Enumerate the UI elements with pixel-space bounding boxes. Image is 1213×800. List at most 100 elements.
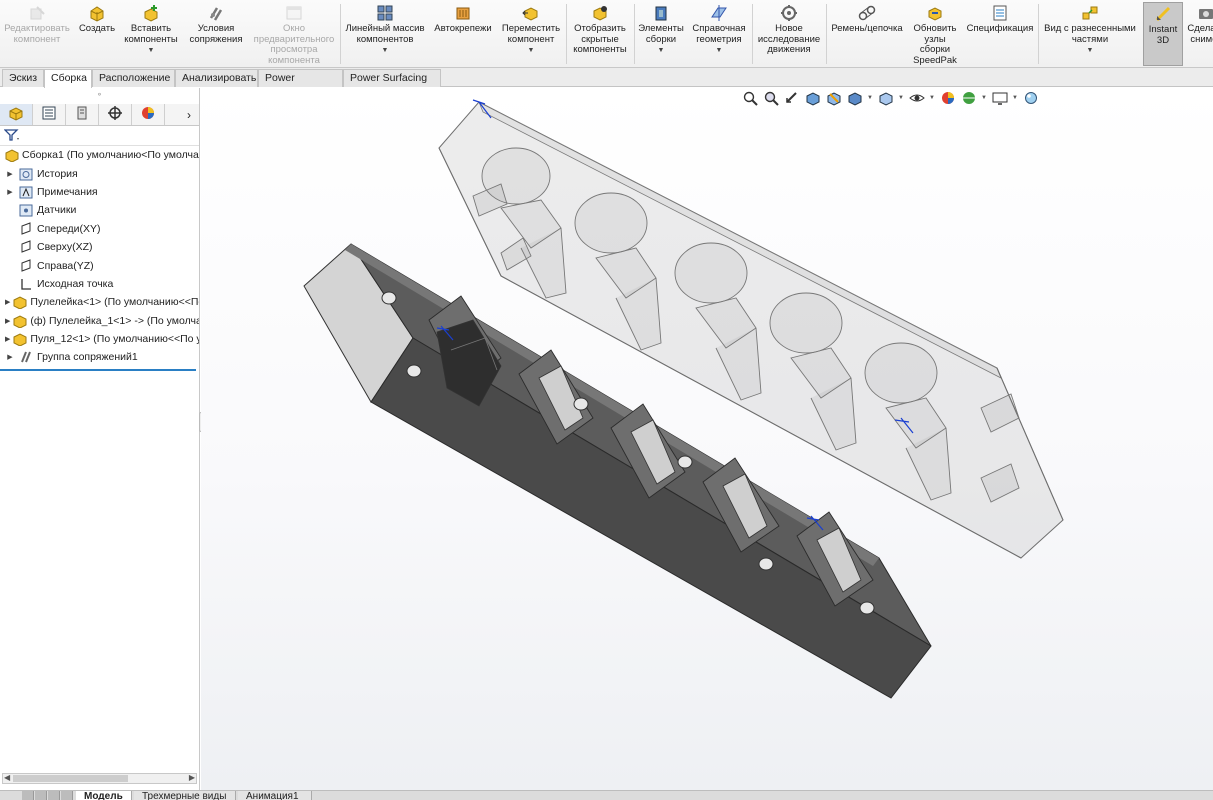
plane-icon (18, 258, 34, 273)
smart-fasteners-icon (454, 4, 472, 22)
expand-arrow-icon[interactable]: ▶ (5, 317, 10, 325)
chevron-down-icon[interactable]: ▼ (1087, 46, 1094, 57)
assembly-icon (5, 148, 19, 163)
tab-power-surfacing[interactable]: Power Surfacing (258, 69, 343, 100)
tree-item-part-mold-fixed[interactable]: ▶ (ф) Пулелейка_1<1> -> (По умолчанию<<П… (0, 312, 199, 330)
tab-layout[interactable]: Расположение (92, 69, 175, 87)
horizontal-scrollbar[interactable]: ◀ ▶ (2, 773, 197, 784)
tree-item-mates-group[interactable]: ▶ Группа сопряжений1 (0, 348, 199, 366)
part-icon (13, 314, 27, 328)
tab-assembly[interactable]: Сборка (44, 69, 92, 88)
scroll-right-icon[interactable]: ▶ (189, 773, 195, 782)
assembly-features-button[interactable]: Элементы сборки ▼ (636, 2, 686, 66)
instant3d-icon (1154, 5, 1172, 23)
model-scene[interactable] (201, 88, 1213, 790)
tree-item-origin[interactable]: Исходная точка (0, 275, 199, 293)
chevron-down-icon[interactable]: ▼ (382, 46, 389, 57)
tree-item-part-mold[interactable]: ▶ Пулелейка<1> (По умолчанию<<По умолчан… (0, 293, 199, 311)
reference-geometry-icon (710, 4, 728, 22)
model-view-tabs: Модель Трехмерные виды Анимация1 (0, 790, 1213, 800)
graphics-viewport[interactable]: ▼ ▼ ▼ ▼ ▼ (201, 88, 1213, 790)
insert-components-button[interactable]: Вставить компоненты ▼ (120, 2, 182, 66)
tree-item-front-plane[interactable]: Спереди(XY) (0, 220, 199, 238)
chevron-down-icon[interactable]: ▼ (658, 46, 665, 57)
feature-tree: Сборка1 (По умолчанию<По умолчанию_Состо… (0, 146, 199, 367)
reference-geometry-button[interactable]: Справочная геометрия ▼ (688, 2, 750, 66)
tab-power-surfacing-re[interactable]: Power Surfacing RE (343, 69, 441, 100)
move-component-icon (522, 4, 540, 22)
chevron-down-icon[interactable]: ▼ (148, 46, 155, 57)
expand-arrow-icon[interactable]: ▶ (5, 298, 10, 306)
belt-chain-button[interactable]: Ремень/цепочка (828, 2, 906, 66)
sensors-icon (18, 203, 34, 217)
tree-item-annotations[interactable]: ▶ Примечания (0, 183, 199, 201)
tree-rollback-bar[interactable] (0, 368, 196, 371)
feature-manager-panel: ⚬ › Сборка1 (По умолчанию<По умолчанию_С… (0, 88, 200, 790)
show-hidden-components-button[interactable]: Отобразить скрытые компоненты (568, 2, 632, 66)
tab-animation[interactable]: Анимация1 (238, 791, 312, 800)
first-tab-icon[interactable] (22, 791, 34, 800)
tree-root-assembly[interactable]: Сборка1 (По умолчанию<По умолчанию_Состо… (0, 146, 199, 164)
show-hidden-icon (591, 4, 609, 22)
history-folder-icon (18, 167, 34, 181)
expand-arrow-icon[interactable]: ▶ (5, 188, 15, 196)
prev-tab-icon[interactable] (35, 791, 47, 800)
tab-property-manager[interactable] (33, 104, 66, 125)
last-tab-icon[interactable] (61, 791, 73, 800)
edit-component-button[interactable]: Редактировать компонент (2, 2, 72, 66)
tab-3d-views[interactable]: Трехмерные виды (134, 791, 236, 800)
snapshot-icon (1197, 4, 1213, 22)
tab-display-manager[interactable] (132, 104, 165, 125)
tree-item-sensors[interactable]: Датчики (0, 201, 199, 219)
expand-arrow-icon[interactable]: ▶ (5, 170, 15, 178)
new-part-button[interactable]: Создать (76, 2, 118, 66)
next-tab-icon[interactable] (48, 791, 60, 800)
tree-item-right-plane[interactable]: Справа(YZ) (0, 256, 199, 274)
panel-grip[interactable]: ⚬ (0, 88, 199, 104)
ribbon-separator (566, 4, 567, 64)
smart-fasteners-button[interactable]: Автокрепежи (430, 2, 496, 66)
scrollbar-thumb[interactable] (13, 775, 128, 782)
ribbon-separator (1038, 4, 1039, 64)
chevron-right-icon[interactable]: › (179, 108, 199, 122)
take-snapshot-button[interactable]: Сделать снимок (1186, 2, 1213, 66)
property-manager-icon (41, 105, 57, 124)
expand-arrow-icon[interactable]: ▶ (5, 335, 10, 343)
tree-item-top-plane[interactable]: Сверху(XZ) (0, 238, 199, 256)
part-icon (13, 295, 27, 310)
belt-chain-icon (858, 4, 876, 22)
mates-group-icon (18, 350, 34, 364)
edit-component-icon (28, 4, 46, 22)
move-component-button[interactable]: Переместить компонент ▼ (498, 2, 564, 66)
tree-item-part-bullet[interactable]: ▶ Пуля_12<1> (По умолчанию<<По умолчанию… (0, 330, 199, 348)
new-part-icon (88, 4, 106, 22)
part-icon (13, 332, 27, 347)
tab-evaluate[interactable]: Анализировать (175, 69, 258, 87)
mate-button[interactable]: Условия сопряжения (186, 2, 246, 66)
instant3d-button[interactable]: Instant 3D (1143, 2, 1183, 66)
component-preview-window-button[interactable]: Окно предварительного просмотра компонен… (250, 2, 338, 66)
chevron-down-icon[interactable]: ▼ (716, 46, 723, 57)
tab-sketch[interactable]: Эскиз (2, 69, 44, 87)
ribbon-separator (752, 4, 753, 64)
tab-feature-manager[interactable] (0, 104, 33, 125)
exploded-view-button[interactable]: Вид с разнесенными частями ▼ (1040, 2, 1140, 66)
configuration-manager-icon (74, 105, 90, 124)
motion-study-icon (780, 4, 798, 22)
new-motion-study-button[interactable]: Новое исследование движения (754, 2, 824, 66)
tree-filter[interactable] (0, 126, 199, 146)
expand-arrow-icon[interactable]: ▶ (5, 353, 15, 361)
linear-component-pattern-button[interactable]: Линейный массив компонентов ▼ (342, 2, 428, 66)
filter-icon[interactable] (3, 129, 20, 144)
feature-manager-icon (8, 105, 24, 124)
tab-configuration-manager[interactable] (66, 104, 99, 125)
update-speedpak-button[interactable]: Обновить узлы сборки SpeedPak (908, 2, 962, 66)
bill-of-materials-button[interactable]: Спецификация (964, 2, 1036, 66)
tab-model[interactable]: Модель (76, 791, 132, 800)
annotations-icon (18, 185, 34, 199)
origin-icon (18, 277, 34, 291)
chevron-down-icon[interactable]: ▼ (528, 46, 535, 57)
tree-item-history[interactable]: ▶ История (0, 164, 199, 182)
scroll-left-icon[interactable]: ◀ (4, 773, 10, 782)
tab-dimxpert-manager[interactable] (99, 104, 132, 125)
